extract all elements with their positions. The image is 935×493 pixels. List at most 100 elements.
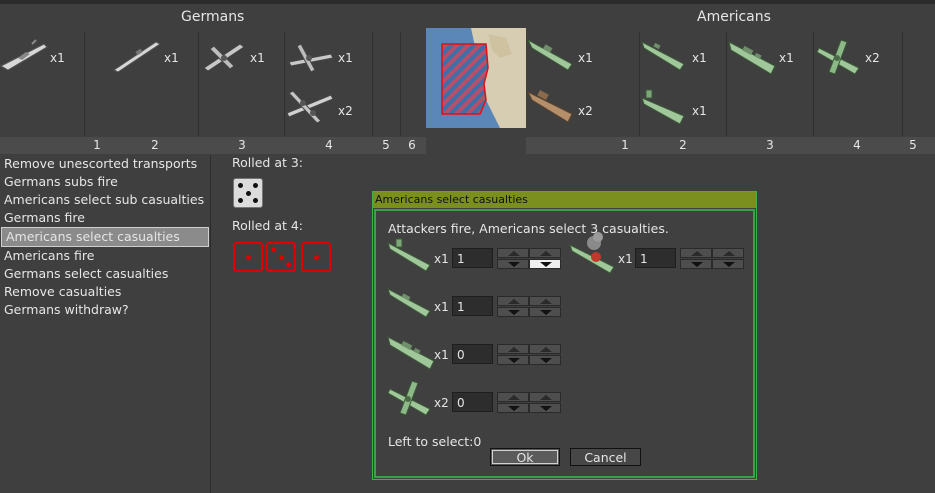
roll-label: Rolled at 4: xyxy=(232,218,304,233)
dialog-title: Americans select casualties xyxy=(373,192,756,208)
min-button[interactable] xyxy=(529,403,561,413)
step-item[interactable]: Germans fire xyxy=(0,209,210,227)
unit-count: x2 xyxy=(434,396,449,410)
increment-button[interactable] xyxy=(680,248,712,258)
unit-count: x2 xyxy=(338,104,353,118)
max-button[interactable] xyxy=(712,248,744,258)
unit-count: x1 xyxy=(434,252,449,266)
unit-count: x1 xyxy=(692,51,707,65)
dialog-message: Attackers fire, Americans select 3 casua… xyxy=(388,221,669,236)
bomber-icon xyxy=(285,85,335,125)
step-item[interactable]: Germans subs fire xyxy=(0,173,210,191)
territory-map-thumbnail xyxy=(426,28,526,128)
step-item-selected[interactable]: Americans select casualties xyxy=(1,227,209,247)
decrement-button[interactable] xyxy=(497,307,529,317)
casualty-count-field[interactable]: 1 xyxy=(635,248,676,268)
dialog-body: Attackers fire, Americans select 3 casua… xyxy=(374,209,755,478)
unit-count: x1 xyxy=(250,51,265,65)
min-button[interactable] xyxy=(712,259,744,269)
min-button[interactable] xyxy=(529,259,561,269)
max-button[interactable] xyxy=(529,344,561,354)
min-button[interactable] xyxy=(529,307,561,317)
roll-column-number: 4 xyxy=(325,138,333,152)
select-casualties-dialog: Americans select casualties Attackers fi… xyxy=(372,191,757,480)
unit-count: x2 xyxy=(578,104,593,118)
max-button[interactable] xyxy=(529,392,561,402)
max-button[interactable] xyxy=(529,248,561,258)
fighter-icon xyxy=(287,40,335,74)
damaged-submarine-icon xyxy=(568,231,618,275)
decrement-button[interactable] xyxy=(497,403,529,413)
unit-count: x1 xyxy=(164,51,179,65)
unit-count: x1 xyxy=(692,104,707,118)
die-one xyxy=(301,242,331,272)
column-divider xyxy=(902,32,903,136)
decrement-button[interactable] xyxy=(680,259,712,269)
step-item[interactable]: Remove casualties xyxy=(0,283,210,301)
roll-column-number: 1 xyxy=(93,138,101,152)
step-item[interactable]: Americans select sub casualties xyxy=(0,191,210,209)
decrement-button[interactable] xyxy=(497,355,529,365)
roll-column-number: 2 xyxy=(679,138,687,152)
german-roll-columns: 1 2 3 4 5 6 xyxy=(0,137,426,154)
submarine-icon xyxy=(112,38,162,74)
roll-column-number: 3 xyxy=(766,138,774,152)
increment-button[interactable] xyxy=(497,344,529,354)
left-to-select-label: Left to select:0 xyxy=(388,434,482,449)
increment-button[interactable] xyxy=(497,296,529,306)
casualty-count-field[interactable]: 1 xyxy=(452,296,493,316)
increment-button[interactable] xyxy=(497,248,529,258)
unit-count: x1 xyxy=(434,348,449,362)
casualty-count-field[interactable]: 0 xyxy=(452,392,493,412)
die-three xyxy=(266,242,296,272)
battleship-icon xyxy=(727,38,777,76)
window-top-border xyxy=(0,0,935,4)
battleship-icon xyxy=(0,38,48,74)
roll-column-number: 3 xyxy=(238,138,246,152)
step-item[interactable]: Remove unescorted transports xyxy=(0,155,210,173)
roll-label: Rolled at 3: xyxy=(232,155,304,170)
step-item[interactable]: Germans select casualties xyxy=(0,265,210,283)
destroyer-icon xyxy=(640,86,686,126)
transport-icon xyxy=(526,84,576,126)
fighter-icon xyxy=(815,38,863,78)
fighter-icon xyxy=(386,379,434,419)
battle-steps-list[interactable]: Remove unescorted transports Germans sub… xyxy=(0,155,211,493)
unit-count: x1 xyxy=(618,252,633,266)
ok-button[interactable]: Ok xyxy=(490,448,560,466)
submarine-icon xyxy=(386,237,432,273)
submarine-icon xyxy=(640,38,686,72)
column-divider xyxy=(198,32,199,136)
unit-count: x1 xyxy=(578,51,593,65)
unit-count: x1 xyxy=(779,51,794,65)
decrement-button[interactable] xyxy=(497,259,529,269)
die-five xyxy=(233,178,263,208)
unit-count: x1 xyxy=(50,51,65,65)
min-button[interactable] xyxy=(529,355,561,365)
unit-count: x2 xyxy=(865,51,880,65)
americans-title: Americans xyxy=(697,9,771,25)
american-roll-columns: 1 2 3 4 5 xyxy=(526,137,935,154)
fighter-icon xyxy=(200,38,246,74)
roll-column-number: 5 xyxy=(382,138,390,152)
casualty-count-field[interactable]: 1 xyxy=(452,248,493,268)
increment-button[interactable] xyxy=(497,392,529,402)
roll-column-number: 2 xyxy=(151,138,159,152)
destroyer-icon xyxy=(386,285,432,321)
germans-title: Germans xyxy=(181,9,245,25)
column-divider xyxy=(813,32,814,136)
die-one xyxy=(233,242,263,272)
column-divider xyxy=(84,32,85,136)
cancel-button[interactable]: Cancel xyxy=(570,448,641,466)
casualty-count-field[interactable]: 0 xyxy=(452,344,493,364)
unit-count: x1 xyxy=(434,300,449,314)
max-button[interactable] xyxy=(529,296,561,306)
destroyer-icon xyxy=(526,34,576,74)
roll-column-number: 1 xyxy=(621,138,629,152)
column-divider xyxy=(400,32,401,136)
step-item[interactable]: Americans fire xyxy=(0,247,210,265)
roll-column-number: 4 xyxy=(853,138,861,152)
roll-column-number: 6 xyxy=(408,138,416,152)
step-item[interactable]: Germans withdraw? xyxy=(0,301,210,319)
column-divider xyxy=(372,32,373,136)
